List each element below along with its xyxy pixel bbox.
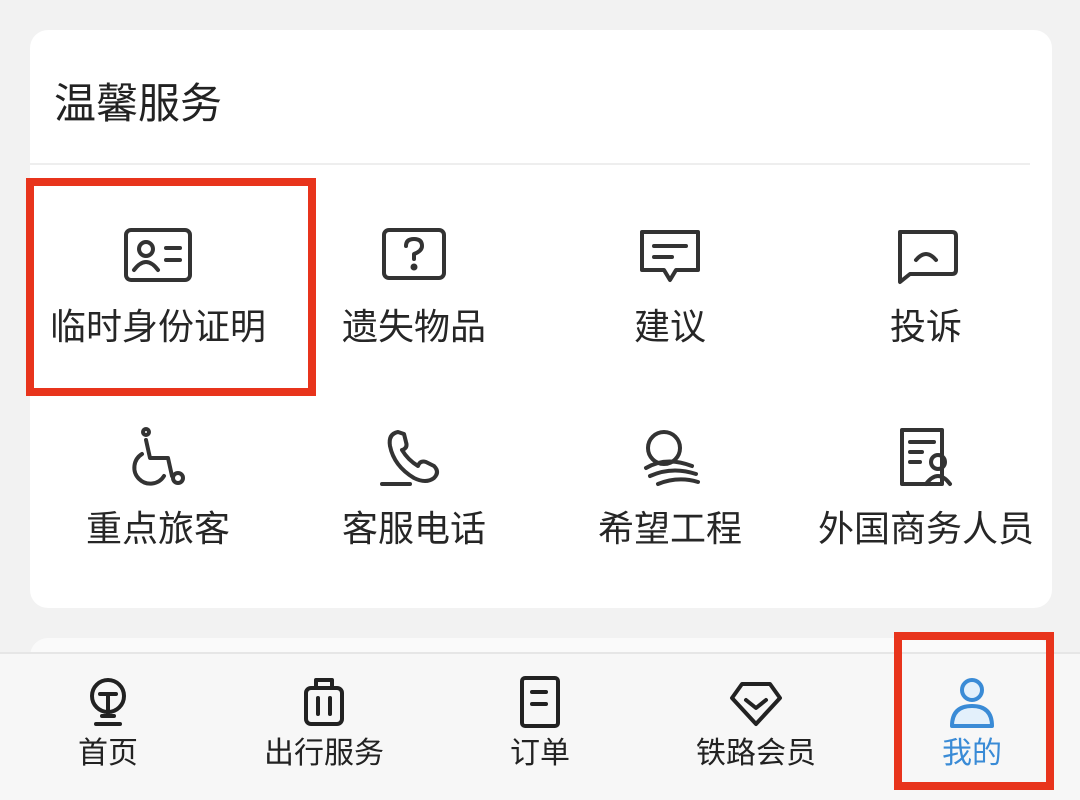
service-lost-items[interactable]: 遗失物品	[286, 224, 542, 394]
service-label: 临时身份证明	[49, 307, 266, 348]
message-frown-icon	[888, 224, 964, 288]
section-title: 温馨服务	[54, 79, 223, 128]
help-box-icon	[376, 224, 452, 288]
tab-travel-service[interactable]: 出行服务	[216, 654, 432, 800]
service-label: 建议	[633, 307, 706, 348]
luggage-icon	[296, 674, 352, 730]
service-label: 外国商务人员	[817, 509, 1034, 550]
service-label: 客服电话	[341, 509, 486, 550]
service-suggestion[interactable]: 建议	[542, 224, 798, 394]
service-label: 遗失物品	[341, 307, 486, 348]
service-temporary-id[interactable]: 临时身份证明	[30, 224, 286, 394]
bottom-tab-bar: 首页 出行服务 订单 铁路会员 我的	[0, 652, 1080, 800]
service-label: 希望工程	[597, 509, 742, 550]
service-complaint[interactable]: 投诉	[798, 224, 1054, 394]
tab-label: 首页	[78, 736, 138, 771]
service-hope-project[interactable]: 希望工程	[542, 426, 798, 596]
tab-label: 订单	[510, 736, 570, 771]
service-label: 重点旅客	[85, 509, 230, 550]
service-label: 投诉	[889, 307, 962, 348]
tab-home[interactable]: 首页	[0, 654, 216, 800]
service-priority-passenger[interactable]: 重点旅客	[30, 426, 286, 596]
user-icon	[944, 674, 1000, 730]
document-person-icon	[888, 426, 964, 490]
railway-logo-icon	[80, 674, 136, 730]
message-lines-icon	[632, 224, 708, 288]
hope-project-icon	[632, 426, 708, 490]
warm-service-card: 温馨服务 临时身份证明 遗失物品 建议 投诉 重点旅客 客服电话 希望工程 外国…	[30, 30, 1052, 608]
tab-mine[interactable]: 我的	[864, 654, 1080, 800]
id-card-icon	[120, 224, 196, 288]
tab-label: 我的	[942, 736, 1002, 771]
service-foreign-business[interactable]: 外国商务人员	[798, 426, 1054, 596]
order-doc-icon	[512, 674, 568, 730]
phone-icon	[376, 426, 452, 490]
service-customer-phone[interactable]: 客服电话	[286, 426, 542, 596]
tab-label: 出行服务	[264, 736, 384, 771]
diamond-icon	[728, 674, 784, 730]
tab-label: 铁路会员	[696, 736, 816, 771]
tab-orders[interactable]: 订单	[432, 654, 648, 800]
wheelchair-icon	[120, 426, 196, 490]
divider	[30, 163, 1030, 165]
tab-railway-member[interactable]: 铁路会员	[648, 654, 864, 800]
